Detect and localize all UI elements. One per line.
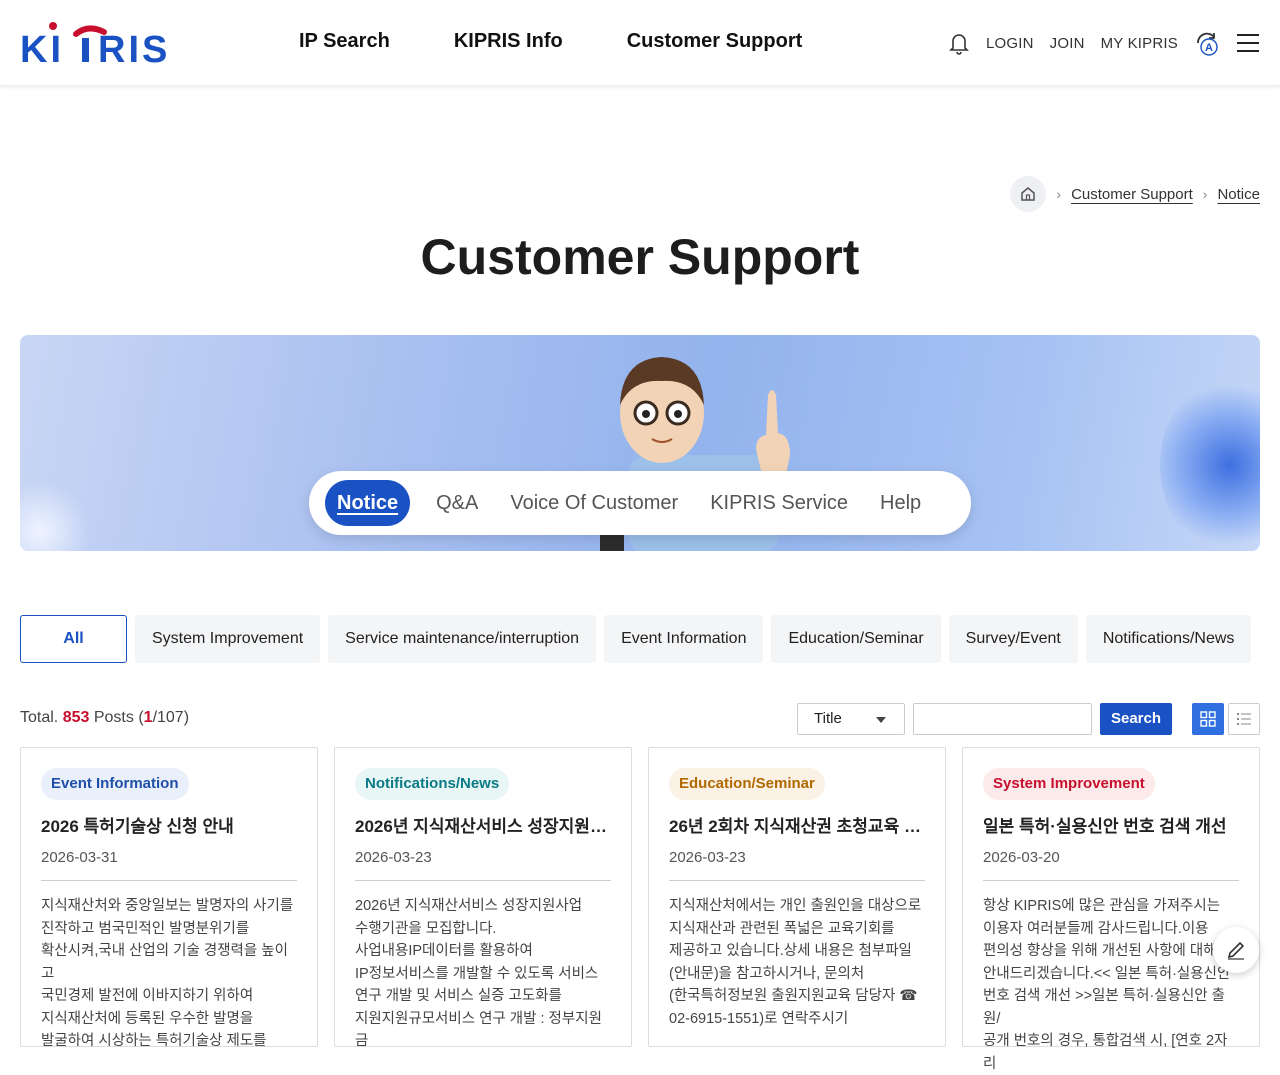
hero-banner: Notice Q&A Voice Of Customer KIPRIS Serv… — [20, 335, 1260, 551]
main-nav: IP Search KIPRIS Info Customer Support — [299, 30, 802, 53]
card-date: 2026-03-20 — [983, 849, 1239, 881]
edit-icon[interactable] — [1213, 927, 1259, 973]
nav-customer-support[interactable]: Customer Support — [627, 30, 803, 53]
nav-kipris-info[interactable]: KIPRIS Info — [454, 30, 563, 53]
kipris-logo[interactable]: KI RIS — [20, 20, 180, 71]
current-page: 1 — [143, 709, 153, 726]
total-posts: Total. 853 Posts (1/107) — [20, 709, 189, 727]
tab-notice[interactable]: Notice — [325, 480, 411, 526]
card-category-badge: Event Information — [41, 768, 189, 800]
posts-label: Posts ( — [93, 709, 144, 726]
card-category-badge: Education/Seminar — [669, 768, 825, 800]
support-tabs: Notice Q&A Voice Of Customer KIPRIS Serv… — [309, 471, 971, 535]
login-link[interactable]: LOGIN — [986, 35, 1034, 52]
search-field-select[interactable]: Title — [797, 703, 905, 735]
card-date: 2026-03-23 — [355, 849, 611, 881]
notice-card[interactable]: Event Information 2026 특허기술상 신청 안내 2026-… — [20, 747, 318, 1049]
category-event-information[interactable]: Event Information — [604, 615, 764, 663]
svg-text:RIS: RIS — [98, 29, 170, 66]
notice-card[interactable]: Notifications/News 2026년 지식재산서비스 성장지원사… … — [334, 747, 632, 1049]
total-pages: /107) — [152, 709, 190, 726]
notice-card[interactable]: System Improvement 일본 특허·실용신안 번호 검색 개선 2… — [962, 747, 1260, 1072]
card-summary: 지식재산처와 중앙일보는 발명자의 사기를 진작하고 범국민적인 발명분위기를 … — [41, 898, 294, 1049]
page-title: Customer Support — [420, 229, 860, 285]
select-value: Title — [814, 710, 842, 727]
my-kipris-link[interactable]: MY KIPRIS — [1101, 35, 1178, 52]
card-summary: 2026년 지식재산서비스 성장지원사업 수행기관을 모집합니다. 사업내용IP… — [355, 898, 602, 1049]
card-category-badge: Notifications/News — [355, 768, 510, 800]
svg-text:A: A — [1205, 42, 1213, 54]
breadcrumb-notice[interactable]: Notice — [1217, 186, 1260, 203]
category-survey-event[interactable]: Survey/Event — [948, 615, 1078, 663]
card-summary: 항상 KIPRIS에 많은 관심을 가져주시는 이용자 여러분들께 감사드립니다… — [983, 898, 1231, 1072]
menu-icon[interactable] — [1236, 32, 1260, 54]
chevron-right-icon: › — [1202, 186, 1208, 202]
category-notifications-news[interactable]: Notifications/News — [1085, 615, 1252, 663]
category-all[interactable]: All — [20, 615, 127, 663]
card-title: 26년 2회차 지식재산권 초청교육 안내 — [669, 817, 925, 836]
card-category-badge: System Improvement — [983, 768, 1155, 800]
category-service-maintenance[interactable]: Service maintenance/interruption — [328, 615, 597, 663]
card-summary: 지식재산처에서는 개인 출원인을 대상으로 지식재산과 관련된 폭넓은 교육기회… — [669, 898, 922, 1027]
notice-card-list: Event Information 2026 특허기술상 신청 안내 2026-… — [20, 747, 1260, 1072]
total-label: Total. — [20, 709, 59, 726]
category-system-improvement[interactable]: System Improvement — [135, 615, 321, 663]
category-education-seminar[interactable]: Education/Seminar — [771, 615, 941, 663]
card-title: 일본 특허·실용신안 번호 검색 개선 — [983, 817, 1227, 836]
category-filter: All System Improvement Service maintenan… — [20, 615, 1252, 663]
nav-ip-search[interactable]: IP Search — [299, 30, 390, 53]
breadcrumb: › Customer Support › Notice — [1010, 176, 1260, 212]
caret-down-icon — [876, 717, 886, 723]
breadcrumb-customer-support[interactable]: Customer Support — [1071, 186, 1193, 203]
svg-text:KI: KI — [20, 29, 64, 66]
chevron-right-icon: › — [1056, 186, 1062, 202]
bell-icon[interactable] — [948, 31, 970, 55]
tab-voice-of-customer[interactable]: Voice Of Customer — [494, 492, 694, 515]
card-title: 2026년 지식재산서비스 성장지원사… — [355, 817, 611, 836]
notice-card[interactable]: Education/Seminar 26년 2회차 지식재산권 초청교육 안내 … — [648, 747, 946, 1047]
join-link[interactable]: JOIN — [1050, 35, 1085, 52]
total-count: 853 — [62, 709, 90, 726]
home-icon[interactable] — [1010, 176, 1047, 212]
utility-bar: LOGIN JOIN MY KIPRIS A — [948, 30, 1260, 56]
tab-help[interactable]: Help — [864, 492, 937, 515]
card-date: 2026-03-31 — [41, 849, 297, 881]
search-input[interactable] — [913, 703, 1092, 735]
search-button[interactable]: Search — [1100, 703, 1172, 735]
list-view-icon[interactable] — [1228, 703, 1260, 735]
tab-kipris-service[interactable]: KIPRIS Service — [694, 492, 864, 515]
site-header: KI RIS IP Search KIPRIS Info Customer Su… — [0, 0, 1280, 86]
card-title: 2026 특허기술상 신청 안내 — [41, 817, 234, 836]
tab-qna[interactable]: Q&A — [420, 492, 494, 515]
grid-view-icon[interactable] — [1192, 703, 1224, 735]
card-date: 2026-03-23 — [669, 849, 925, 881]
translate-icon[interactable]: A — [1194, 30, 1220, 56]
